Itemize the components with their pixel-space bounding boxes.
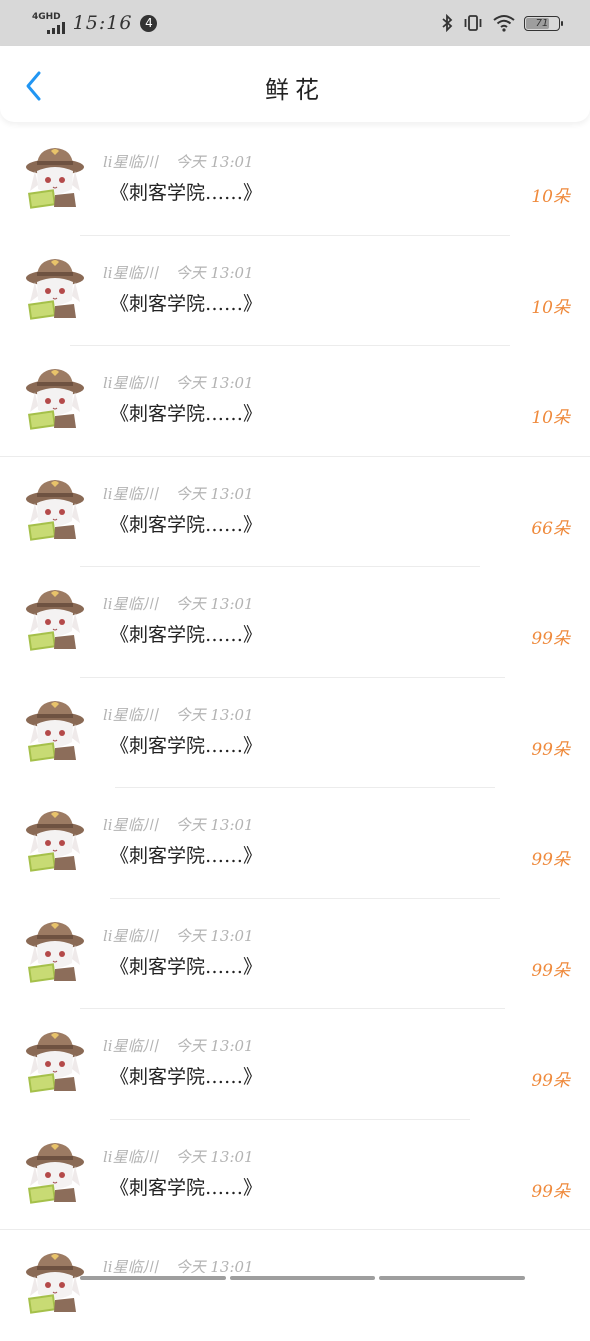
book-title: 《刺客学院……》 [110,1062,262,1089]
flower-amount: 66朵 [531,514,570,539]
book-title: 《刺客学院……》 [110,289,262,316]
list-item[interactable]: li星临川今天 13:01 《刺客学院……》 10朵 [0,346,590,457]
battery-level: 71 [536,18,549,29]
item-meta: li星临川今天 13:01 [103,1256,254,1277]
list-item[interactable]: li星临川今天 13:01 《刺客学院……》 99朵 [0,1120,590,1231]
status-left: 4GHD 15:16 4 [32,12,157,34]
flower-amount: 10朵 [531,182,570,207]
username: li星临川 [103,706,158,724]
item-meta: li星临川今天 13:01 [103,1035,254,1056]
navigation-bar: 鲜花 [0,46,590,122]
flower-amount: 99朵 [531,624,570,649]
vibrate-icon [462,14,484,32]
username: li星临川 [103,1148,158,1166]
list-item[interactable]: li星临川今天 13:01 《刺客学院……》 66朵 [0,457,590,568]
timestamp: 今天 13:01 [176,595,254,613]
avatar[interactable] [24,145,86,209]
username: li星临川 [103,816,158,834]
book-title: 《刺客学院……》 [110,399,262,426]
timestamp: 今天 13:01 [176,927,254,945]
book-title: 《刺客学院……》 [110,510,262,537]
avatar[interactable] [24,477,86,541]
username: li星临川 [103,485,158,503]
item-meta: li星临川今天 13:01 [103,262,254,283]
avatar[interactable] [24,256,86,320]
avatar[interactable] [24,1140,86,1204]
book-title: 《刺客学院……》 [110,178,262,205]
book-title: 《刺客学院……》 [110,1173,262,1200]
avatar[interactable] [24,919,86,983]
item-meta: li星临川今天 13:01 [103,814,254,835]
item-meta: li星临川今天 13:01 [103,151,254,172]
flower-amount: 99朵 [531,1066,570,1091]
timestamp: 今天 13:01 [176,1258,254,1276]
list-item[interactable]: li星临川今天 13:01 《刺客学院……》 99朵 [0,1009,590,1120]
timestamp: 今天 13:01 [176,706,254,724]
book-title: 《刺客学院……》 [110,952,262,979]
item-meta: li星临川今天 13:01 [103,704,254,725]
avatar[interactable] [24,808,86,872]
page-title: 鲜花 [0,70,590,105]
timestamp: 今天 13:01 [176,153,254,171]
timestamp: 今天 13:01 [176,264,254,282]
list-item[interactable]: li星临川今天 13:01 [0,1230,590,1341]
list-item[interactable]: li星临川今天 13:01 《刺客学院……》 10朵 [0,236,590,347]
book-title: 《刺客学院……》 [110,620,262,647]
avatar[interactable] [24,698,86,762]
flower-amount: 99朵 [531,735,570,760]
username: li星临川 [103,927,158,945]
status-bar: 4GHD 15:16 4 71 [0,0,590,46]
username: li星临川 [103,1258,158,1276]
list-item[interactable]: li星临川今天 13:01 《刺客学院……》 99朵 [0,899,590,1010]
clock: 15:16 [73,12,133,34]
item-meta: li星临川今天 13:01 [103,483,254,504]
avatar[interactable] [24,1029,86,1093]
avatar[interactable] [24,587,86,651]
timestamp: 今天 13:01 [176,816,254,834]
item-meta: li星临川今天 13:01 [103,372,254,393]
scroll-indicator [80,1276,525,1280]
book-title: 《刺客学院……》 [110,731,262,758]
timestamp: 今天 13:01 [176,485,254,503]
status-right: 71 [440,14,560,32]
network-type: 4GHD [32,13,61,22]
flower-amount: 99朵 [531,845,570,870]
book-title: 《刺客学院……》 [110,841,262,868]
timestamp: 今天 13:01 [176,1037,254,1055]
signal-icon [47,22,65,34]
avatar[interactable] [24,366,86,430]
username: li星临川 [103,1037,158,1055]
wifi-icon [492,14,516,32]
flower-amount: 10朵 [531,293,570,318]
list-item[interactable]: li星临川今天 13:01 《刺客学院……》 99朵 [0,678,590,789]
item-meta: li星临川今天 13:01 [103,593,254,614]
username: li星临川 [103,374,158,392]
notification-count-badge: 4 [140,15,157,32]
avatar[interactable] [24,1250,86,1314]
username: li星临川 [103,153,158,171]
flower-amount: 99朵 [531,956,570,981]
bluetooth-icon [440,14,454,32]
flower-record-list[interactable]: li星临川今天 13:01《刺客学院……》10朵 li星临川今天 13:01《刺… [0,125,590,1341]
username: li星临川 [103,264,158,282]
flower-amount: 10朵 [531,403,570,428]
timestamp: 今天 13:01 [176,374,254,392]
battery-icon: 71 [524,16,560,31]
list-item[interactable]: li星临川今天 13:01 《刺客学院……》 10朵 [0,125,590,236]
username: li星临川 [103,595,158,613]
item-meta: li星临川今天 13:01 [103,1146,254,1167]
item-meta: li星临川今天 13:01 [103,925,254,946]
timestamp: 今天 13:01 [176,1148,254,1166]
list-item[interactable]: li星临川今天 13:01 《刺客学院……》 99朵 [0,567,590,678]
list-item[interactable]: li星临川今天 13:01 《刺客学院……》 99朵 [0,788,590,899]
flower-amount: 99朵 [531,1177,570,1202]
